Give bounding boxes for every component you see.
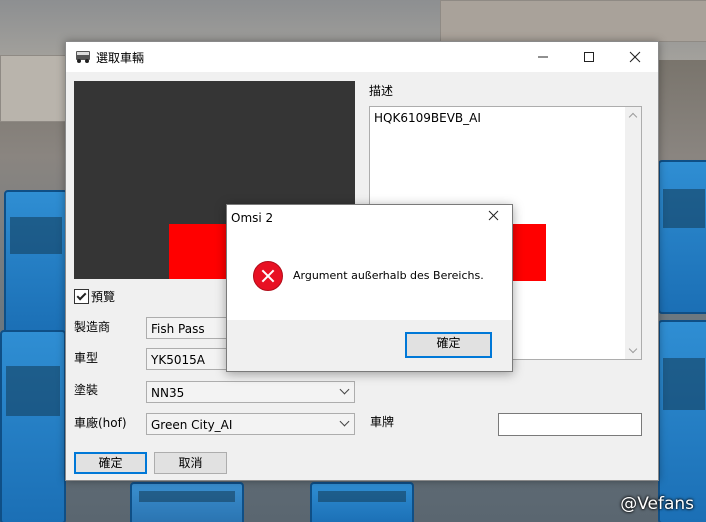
bus <box>4 190 68 334</box>
close-icon[interactable] <box>612 42 658 72</box>
chevron-down-icon <box>339 416 350 427</box>
manufacturer-label: 製造商 <box>74 320 111 334</box>
cancel-button[interactable]: 取消 <box>154 452 227 474</box>
building <box>0 55 72 122</box>
preview-checkbox[interactable] <box>74 289 89 304</box>
building <box>440 0 706 42</box>
livery-value: NN35 <box>151 386 185 400</box>
plate-label: 車牌 <box>370 415 395 429</box>
error-dialog: Omsi 2 Argument außerhalb des Bereichs. … <box>226 204 513 372</box>
model-value: YK5015A <box>151 353 205 367</box>
description-text: HQK6109BEVB_AI <box>374 111 481 125</box>
bus <box>130 482 244 522</box>
bus <box>658 160 706 314</box>
bus <box>310 482 414 522</box>
description-label: 描述 <box>369 84 394 98</box>
close-icon[interactable] <box>488 209 499 225</box>
scroll-up-icon[interactable] <box>628 112 638 122</box>
bus <box>0 330 66 522</box>
preview-red-block <box>512 224 546 281</box>
dialog-title-bar[interactable]: Omsi 2 <box>227 205 512 231</box>
maximize-icon[interactable] <box>566 42 612 72</box>
depot-select[interactable]: Green City_AI <box>146 413 355 435</box>
manufacturer-value: Fish Pass <box>151 322 205 336</box>
bus <box>658 320 706 522</box>
livery-select[interactable]: NN35 <box>146 381 355 403</box>
dialog-ok-button[interactable]: 確定 <box>405 332 492 358</box>
preview-checkbox-label: 預覽 <box>91 290 116 304</box>
dialog-body: Argument außerhalb des Bereichs. <box>227 231 512 320</box>
minimize-icon[interactable] <box>520 42 566 72</box>
error-icon <box>253 261 283 291</box>
livery-label: 塗裝 <box>74 383 99 397</box>
scroll-down-icon[interactable] <box>628 344 638 354</box>
title-bar[interactable]: 選取車輛 <box>66 42 658 72</box>
dialog-title: Omsi 2 <box>231 211 274 225</box>
chevron-down-icon <box>339 384 350 395</box>
model-label: 車型 <box>74 351 99 365</box>
plate-input[interactable] <box>498 413 642 436</box>
depot-value: Green City_AI <box>151 418 233 432</box>
watermark: @Vefans <box>620 494 694 514</box>
depot-label: 車廠(hof) <box>74 416 127 430</box>
window-title: 選取車輛 <box>96 51 145 65</box>
error-message: Argument außerhalb des Bereichs. <box>293 269 484 282</box>
bus-app-icon <box>76 51 90 63</box>
description-scrollbar[interactable] <box>625 107 641 359</box>
ok-button[interactable]: 確定 <box>74 452 147 474</box>
